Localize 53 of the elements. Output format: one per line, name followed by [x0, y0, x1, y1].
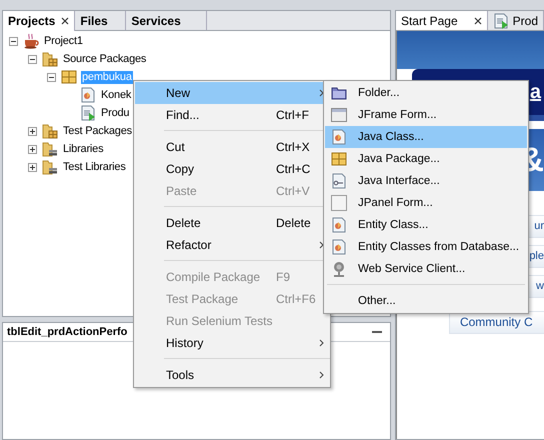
- chevron-icon: [319, 241, 324, 249]
- class-file-icon: [331, 217, 347, 233]
- library-folder-icon: [42, 141, 58, 157]
- collapse-icon[interactable]: [47, 72, 56, 82]
- tree-item[interactable]: Test Libraries: [62, 160, 127, 174]
- close-icon[interactable]: [61, 17, 70, 25]
- panel-tab[interactable]: Projects: [3, 11, 76, 31]
- expand-icon[interactable]: [28, 126, 37, 136]
- class-file-icon: [331, 239, 347, 255]
- tree-item[interactable]: Project1: [43, 34, 84, 48]
- tree-item[interactable]: Test Packages: [62, 124, 133, 138]
- menu-item[interactable]: Java Class...: [325, 126, 527, 148]
- collapse-icon[interactable]: [28, 54, 37, 64]
- collapse-icon[interactable]: [9, 36, 18, 46]
- menu-item[interactable]: Other...: [325, 290, 527, 312]
- package-folder-icon: [42, 51, 58, 67]
- panel-icon: [331, 195, 347, 211]
- chevron-icon: [319, 339, 324, 347]
- menu-item[interactable]: Entity Class...: [325, 214, 527, 236]
- menu-item[interactable]: Entity Classes from Database...: [325, 236, 527, 258]
- panel-title: tblEdit_prdActionPerfo: [7, 326, 128, 338]
- package-icon: [61, 69, 77, 85]
- minimize-icon[interactable]: [372, 330, 382, 334]
- interface-file-icon: [331, 173, 347, 189]
- expand-icon[interactable]: [28, 144, 37, 154]
- menu-item[interactable]: JPanel Form...: [325, 192, 527, 214]
- menu-item[interactable]: Java Package...: [325, 148, 527, 170]
- menu-item[interactable]: Tools: [135, 364, 329, 386]
- package-icon: [331, 151, 347, 167]
- folder-icon: [331, 85, 347, 101]
- banner-link[interactable]: a: [530, 80, 541, 104]
- tree-item[interactable]: Source Packages: [62, 52, 148, 66]
- editor-tab[interactable]: Start Page: [396, 11, 488, 30]
- window-icon: [331, 107, 347, 123]
- cup-icon: [23, 33, 39, 49]
- globe-icon: [331, 261, 347, 277]
- expand-icon[interactable]: [28, 162, 37, 172]
- menu-item[interactable]: Java Interface...: [325, 170, 527, 192]
- menu-item[interactable]: Web Service Client...: [325, 258, 527, 280]
- chevron-icon: [319, 371, 324, 379]
- tree-item[interactable]: Konek: [100, 88, 132, 102]
- class-file-icon: [331, 129, 347, 145]
- package-folder-icon: [42, 123, 58, 139]
- class-file-icon: [80, 87, 96, 103]
- tree-item[interactable]: Libraries: [62, 142, 104, 156]
- close-icon[interactable]: [474, 16, 482, 24]
- tree-item[interactable]: Produ: [100, 106, 130, 120]
- library-folder-icon: [42, 159, 58, 175]
- form-file-icon: [80, 105, 96, 121]
- chevron-icon: [319, 89, 324, 97]
- menu-item[interactable]: JFrame Form...: [325, 104, 527, 126]
- editor-tab[interactable]: Prod: [488, 11, 544, 30]
- menu-item[interactable]: History: [135, 332, 329, 354]
